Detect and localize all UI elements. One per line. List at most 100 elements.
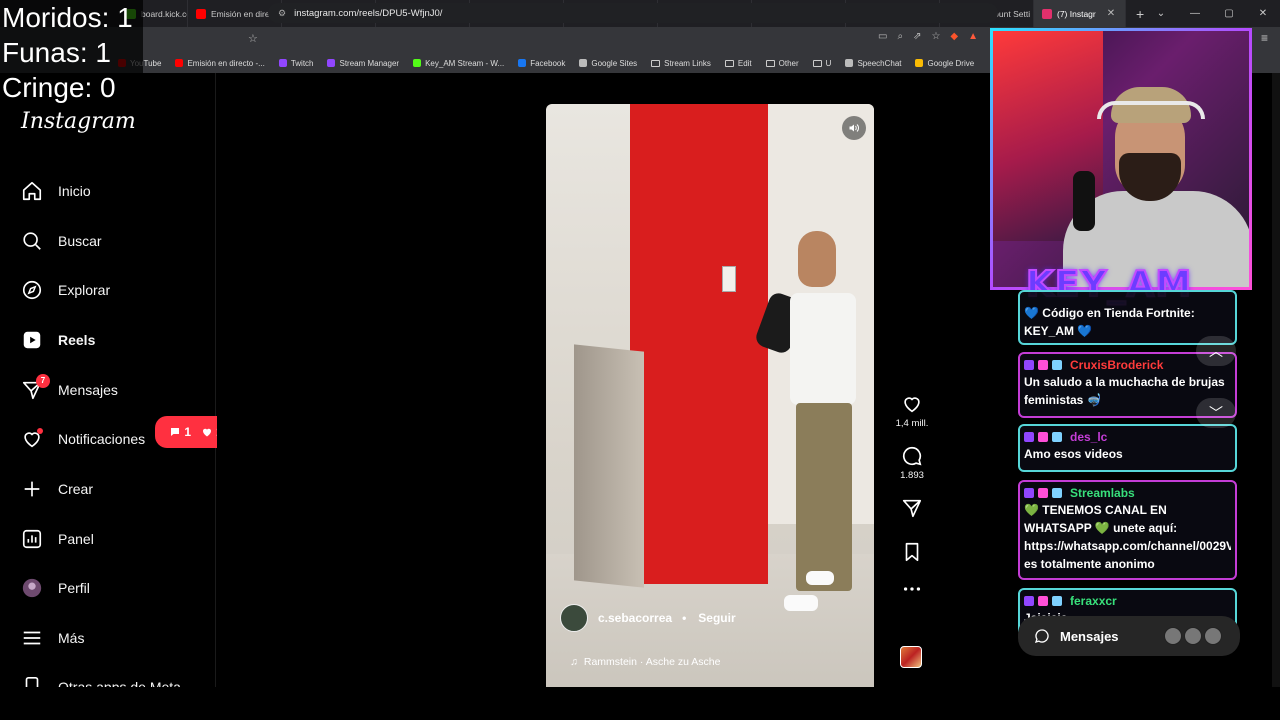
like-action[interactable]: 1,4 mill. <box>896 393 928 429</box>
bookmark-favicon-icon <box>175 59 184 67</box>
chat-badge-icon <box>1038 360 1048 370</box>
window-controls: ⌄ — ▢ ✕ <box>1144 0 1280 27</box>
author-avatar[interactable] <box>560 604 588 632</box>
close-tab-icon[interactable]: ✕ <box>1107 8 1115 19</box>
folder-icon <box>651 59 661 67</box>
page-scrollbar[interactable] <box>1272 73 1280 687</box>
mute-toggle-button[interactable] <box>842 116 866 140</box>
more-action[interactable] <box>901 585 923 593</box>
comment-action[interactable]: 1.893 <box>900 445 924 481</box>
share-action[interactable] <box>901 497 923 519</box>
chevron-up-icon[interactable]: ︿ <box>1196 336 1236 366</box>
extensions-icon[interactable]: ▲ <box>968 31 978 42</box>
sidebar-item-mensajes[interactable]: 7 Mensajes <box>20 374 118 403</box>
url-text: instagram.com/reels/DPU5-WfjnJ0/ <box>294 7 443 19</box>
webcam-overlay <box>990 28 1252 290</box>
bookmark-favicon-icon <box>278 59 287 67</box>
bookmark-label: Facebook <box>530 58 566 68</box>
reel-video[interactable]: c.sebacorrea • Seguir ♫ Rammstein · Asch… <box>546 104 874 687</box>
sidebar-item-crear[interactable]: Crear <box>20 476 93 502</box>
sidebar-item-label: Más <box>58 630 85 646</box>
sidebar-item-reels[interactable]: Reels <box>20 327 95 353</box>
chat-username: des_lc <box>1070 430 1108 444</box>
sidebar-item-inicio[interactable]: Inicio <box>20 178 91 204</box>
bookmark-star-icon[interactable]: ☆ <box>248 32 258 45</box>
heart-icon <box>904 397 920 413</box>
star-icon[interactable]: ☆ <box>931 31 940 42</box>
reel-audio[interactable]: ♫ Rammstein · Asche zu Asche <box>566 652 796 672</box>
sidebar-item-buscar[interactable]: Buscar <box>20 228 102 254</box>
tab-title: (7) Instagr <box>1057 8 1096 19</box>
chat-badge-icon <box>1052 360 1062 370</box>
bookmark-item[interactable]: Facebook <box>518 59 565 68</box>
avatar-icon <box>20 576 44 600</box>
sidebar-item-label: Otras apps de Meta <box>58 679 181 687</box>
bookmark-label: SpeechChat <box>857 58 902 68</box>
bookmark-item[interactable]: Other <box>765 59 799 68</box>
bookmark-label: Google Sites <box>591 58 638 68</box>
bookmark-icon <box>905 542 919 562</box>
bookmark-item[interactable]: SpeechChat <box>845 59 901 68</box>
chat-badge-icon <box>1052 488 1062 498</box>
instagram-logo[interactable]: Instagram <box>21 109 136 134</box>
share-icon[interactable]: ⇗ <box>913 31 921 42</box>
tab-title: board.kick.co <box>141 8 188 19</box>
sidebar-item-notificaciones[interactable]: Notificaciones <box>20 426 145 452</box>
bookmark-favicon-icon <box>915 59 924 67</box>
messages-bar[interactable]: Mensajes <box>1018 616 1240 656</box>
save-action[interactable] <box>901 541 923 563</box>
minimize-button[interactable]: — <box>1178 8 1212 19</box>
stream-counter: Moridos: 1 Funas: 1 Cringe: 0 <box>0 0 143 104</box>
video-scene-concrete-block <box>574 344 644 588</box>
chat-badge-icon <box>1052 596 1062 606</box>
music-note-icon: ♫ <box>570 656 578 668</box>
follow-button[interactable]: Seguir <box>698 611 735 625</box>
sidebar-item-label: Inicio <box>58 183 91 199</box>
chevron-down-icon[interactable]: ⌄ <box>1144 8 1178 19</box>
address-bar[interactable]: ⚙ instagram.com/reels/DPU5-WfjnJ0/ <box>268 3 998 23</box>
site-info-icon[interactable]: ⚙ <box>278 8 286 19</box>
brave-shield-icon[interactable]: ◆ <box>950 31 958 42</box>
menu-icon <box>20 626 44 650</box>
sidebar-item-explorar[interactable]: Explorar <box>20 277 110 303</box>
browser-menu-icon[interactable]: ≡ <box>1261 31 1268 45</box>
sidebar-item-otras-apps-de-meta[interactable]: Otras apps de Meta <box>20 674 181 687</box>
author-username[interactable]: c.sebacorrea <box>598 611 672 625</box>
chat-text: 💙 Código en Tienda Fortnite: KEY_AM 💙 <box>1024 306 1195 338</box>
sidebar-item-label: Notificaciones <box>58 431 146 447</box>
bookmark-item[interactable]: U <box>812 59 831 68</box>
sidebar-item-perfil[interactable]: Perfil <box>20 575 90 601</box>
chevron-down-icon[interactable]: ﹀ <box>1196 398 1236 428</box>
bookmark-item[interactable]: Google Sites <box>579 59 637 68</box>
bookmark-item[interactable]: Stream Links <box>651 59 711 68</box>
video-person <box>753 227 870 626</box>
notification-dot <box>37 428 43 434</box>
zoom-icon[interactable]: ⌕ <box>897 31 903 42</box>
close-window-button[interactable]: ✕ <box>1246 8 1280 19</box>
bookmark-item[interactable]: Stream Manager <box>327 59 399 68</box>
tab-title: Emisión en direct <box>211 8 277 19</box>
reel-actions: 1,4 mill. 1.893 <box>890 393 934 593</box>
sidebar-item-panel[interactable]: Panel <box>20 526 94 552</box>
sidebar-item-más[interactable]: Más <box>20 625 84 651</box>
reel-author: c.sebacorrea • Seguir <box>560 604 736 632</box>
browser-tab[interactable]: (7) Instagr ✕ <box>1034 0 1126 27</box>
chat-text: 💚 TENEMOS CANAL EN WHATSAPP 💚 unete aquí… <box>1024 503 1231 571</box>
chat-text: Amo esos videos <box>1024 447 1123 461</box>
bookmark-item[interactable]: Google Drive <box>915 59 974 68</box>
chat-badge-icon <box>1038 488 1048 498</box>
bookmark-item[interactable]: Twitch <box>278 59 313 68</box>
cast-icon[interactable]: ▭ <box>878 31 887 42</box>
compass-icon <box>20 278 44 302</box>
home-icon <box>20 179 44 203</box>
chat-badge-icon <box>1038 432 1048 442</box>
chat-badge-icon <box>1024 360 1034 370</box>
comment-bubble-icon <box>171 428 180 436</box>
bookmark-item[interactable]: Emisión en directo -... <box>175 59 265 68</box>
audio-thumbnail[interactable] <box>900 646 922 668</box>
chat-username: CruxisBroderick <box>1070 358 1164 372</box>
maximize-button[interactable]: ▢ <box>1212 8 1246 19</box>
bookmark-item[interactable]: Key_AM Stream - W... <box>413 59 504 68</box>
bookmark-item[interactable]: Edit <box>724 59 752 68</box>
chat-badge-icon <box>1052 432 1062 442</box>
